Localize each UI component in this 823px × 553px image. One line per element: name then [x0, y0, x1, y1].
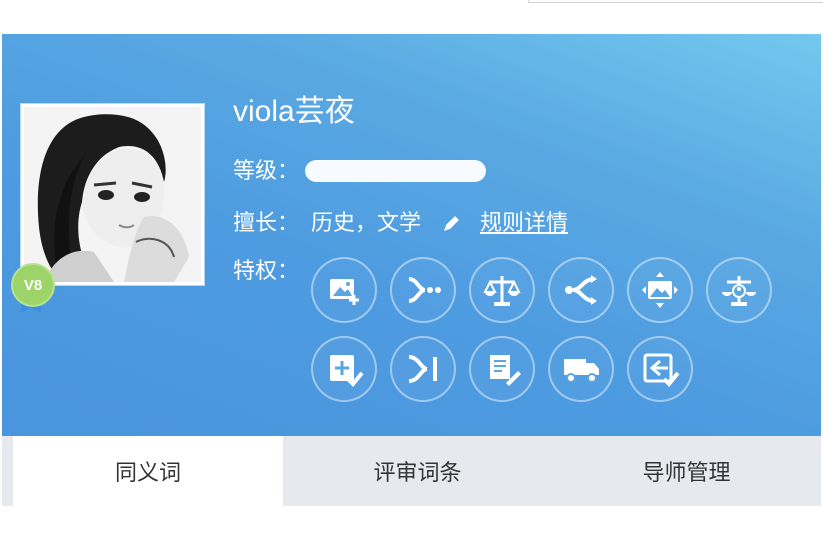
expert-label: 擅长： [233, 210, 300, 235]
top-search-input[interactable] [528, 0, 823, 3]
level-progress-fill [305, 160, 486, 182]
document-edit-icon[interactable] [469, 336, 535, 402]
check-return-icon[interactable] [627, 336, 693, 402]
share-branch-icon[interactable] [548, 257, 614, 323]
level-progress-bar [305, 160, 486, 182]
tab-review-entries[interactable]: 评审词条 [283, 436, 552, 506]
avatar[interactable] [21, 104, 204, 285]
tab-mentor-management[interactable]: 导师管理 [552, 436, 821, 506]
scale-user-icon[interactable] [706, 257, 772, 323]
username: viola芸夜 [233, 95, 355, 128]
avatar-illustration [24, 107, 201, 282]
image-add-icon[interactable] [311, 257, 377, 323]
branch-merge-icon[interactable] [390, 257, 456, 323]
level-label: 等级： [233, 158, 300, 183]
rules-detail-link[interactable]: 规则详情 [480, 210, 568, 236]
tab-synonyms[interactable]: 同义词 [13, 436, 283, 506]
level-badge-text: V8 [11, 263, 55, 307]
expert-areas: 历史，文学 [311, 210, 422, 235]
checklist-add-icon[interactable] [311, 336, 377, 402]
image-move-icon[interactable] [627, 257, 693, 323]
delivery-truck-icon[interactable] [548, 336, 614, 402]
pencil-icon[interactable] [441, 212, 463, 234]
level-badge: V8 [11, 263, 55, 315]
scale-icon[interactable] [469, 257, 535, 323]
arrow-end-icon[interactable] [390, 336, 456, 402]
tab-bar: 同义词 评审词条 导师管理 [2, 436, 821, 506]
privileges-label: 特权： [233, 258, 300, 283]
